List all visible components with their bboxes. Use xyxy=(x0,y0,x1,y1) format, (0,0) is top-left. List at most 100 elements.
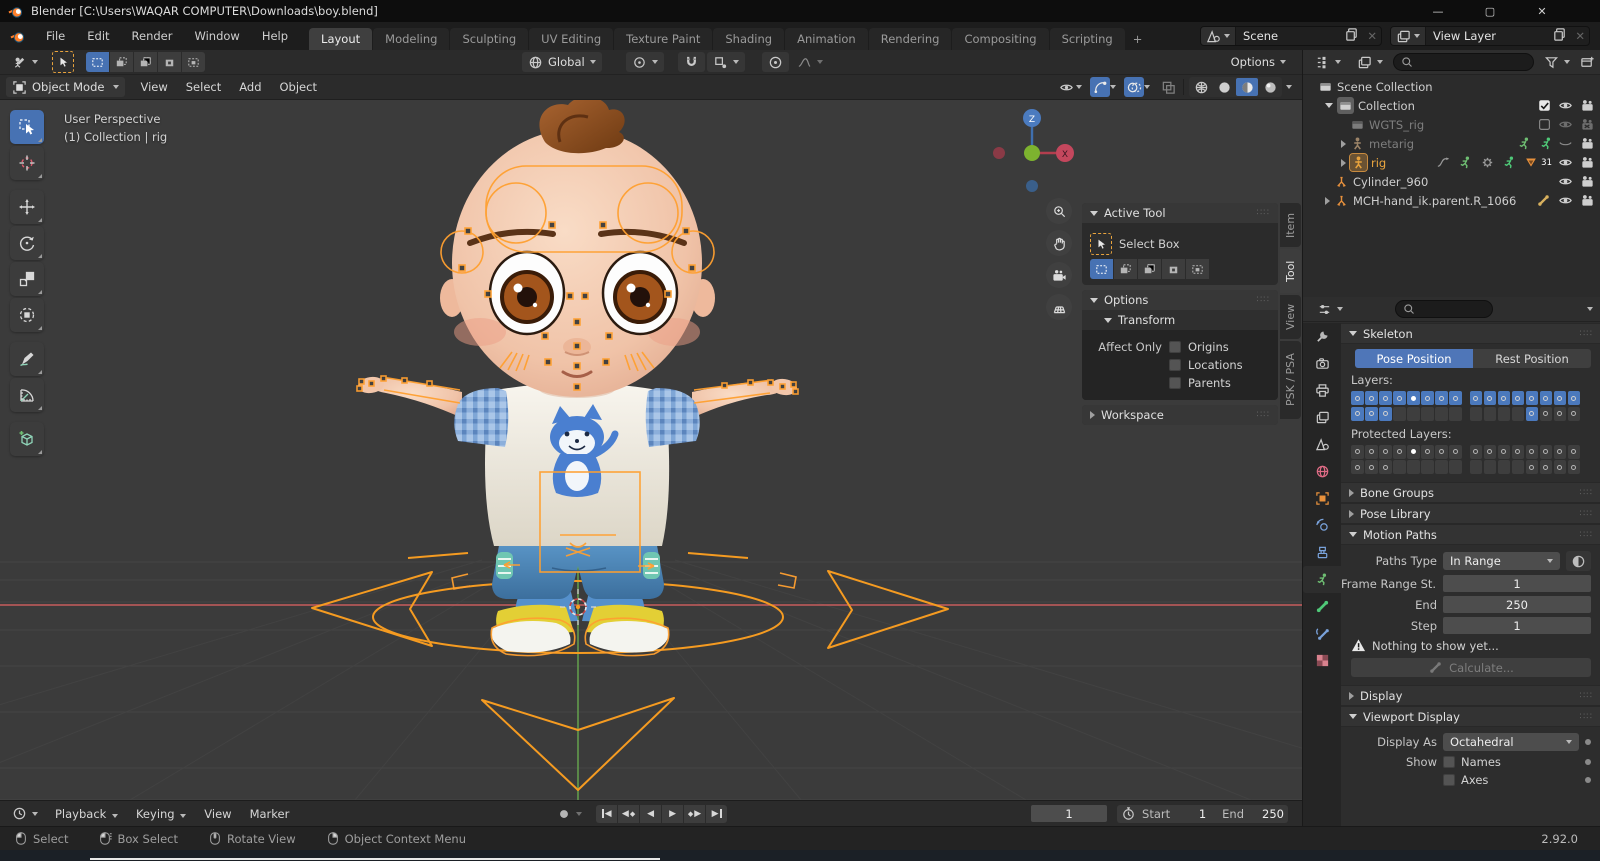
new-collection-button[interactable] xyxy=(1580,55,1595,70)
tab-sculpting[interactable]: Sculpting xyxy=(450,28,529,50)
timeline-editor-type-button[interactable] xyxy=(6,804,44,824)
properties-tab-constraints[interactable] xyxy=(1303,539,1341,566)
checkbox-on-icon[interactable] xyxy=(1538,99,1551,112)
tab-rendering[interactable]: Rendering xyxy=(868,28,952,50)
frame-range-end-field[interactable]: 250 xyxy=(1443,596,1591,613)
layer-toggle[interactable] xyxy=(1483,391,1496,405)
npanel-select-mode-set[interactable] xyxy=(1090,259,1113,279)
header-select-mode-set[interactable] xyxy=(86,52,109,72)
shading-solid-button[interactable] xyxy=(1213,78,1235,96)
axes-animate-dot[interactable] xyxy=(1585,777,1591,783)
header-select-mode-invert[interactable] xyxy=(158,52,181,72)
auto-keying-button[interactable] xyxy=(551,804,588,824)
mode-dropdown[interactable]: Object Mode xyxy=(6,77,126,97)
tab-compositing[interactable]: Compositing xyxy=(952,28,1049,50)
layer-toggle[interactable] xyxy=(1379,406,1392,421)
menu-help[interactable]: Help xyxy=(251,22,299,50)
layer-toggle[interactable] xyxy=(1421,391,1434,405)
layer-toggle[interactable] xyxy=(1469,391,1482,405)
timeline-menu-keying[interactable]: Keying xyxy=(127,807,195,821)
npanel-select-mode-intersect[interactable] xyxy=(1186,259,1209,279)
parents-checkbox[interactable] xyxy=(1169,377,1181,389)
layer-toggle[interactable] xyxy=(1351,391,1364,405)
names-checkbox[interactable] xyxy=(1443,756,1455,768)
layer-toggle[interactable] xyxy=(1525,406,1538,421)
outliner-row-wgts-rig[interactable]: WGTS_rig xyxy=(1303,115,1600,134)
snap-toggle[interactable] xyxy=(678,52,705,72)
layer-toggle[interactable] xyxy=(1449,460,1462,474)
outliner-search-input[interactable] xyxy=(1393,53,1534,71)
panel-active-tool-header[interactable]: Active Tool ∷∷ xyxy=(1082,203,1278,223)
paths-animate-button[interactable] xyxy=(1566,551,1591,571)
shading-wireframe-button[interactable] xyxy=(1190,78,1212,96)
shading-chevron[interactable] xyxy=(1286,85,1292,89)
motion-paths-panel-header[interactable]: Motion Paths ∷∷ xyxy=(1341,524,1600,545)
layer-toggle[interactable] xyxy=(1351,460,1364,474)
layer-toggle[interactable] xyxy=(1407,460,1420,474)
step-field[interactable]: 1 xyxy=(1443,617,1591,634)
skeleton-panel-header[interactable]: Skeleton ∷∷ xyxy=(1341,323,1600,344)
proportional-toggle[interactable] xyxy=(762,52,789,72)
panel-transform-header[interactable]: Transform xyxy=(1082,310,1278,330)
tool-annotate[interactable] xyxy=(10,342,44,376)
layer-toggle[interactable] xyxy=(1435,406,1448,421)
header-select-mode-subtract[interactable] xyxy=(134,52,157,72)
layer-toggle[interactable] xyxy=(1393,444,1406,459)
view-layer-selector[interactable]: View Layer ✕ xyxy=(1390,26,1590,46)
layer-toggle[interactable] xyxy=(1407,444,1420,459)
camera-icon[interactable] xyxy=(1580,98,1595,113)
view-layer-name[interactable]: View Layer xyxy=(1426,29,1548,43)
layer-toggle[interactable] xyxy=(1497,406,1510,421)
properties-tab-scene[interactable] xyxy=(1303,431,1341,458)
view-layer-copy-icon[interactable] xyxy=(1548,27,1571,45)
npanel-tab-view[interactable]: View xyxy=(1280,295,1301,339)
layer-toggle[interactable] xyxy=(1365,391,1378,405)
start-frame-field[interactable]: 1 xyxy=(1176,807,1206,821)
view-layer-remove-icon[interactable]: ✕ xyxy=(1571,29,1589,43)
layer-toggle[interactable] xyxy=(1553,406,1566,421)
axes-checkbox[interactable] xyxy=(1443,774,1455,786)
eye-icon[interactable] xyxy=(1558,174,1573,189)
layer-toggle[interactable] xyxy=(1511,460,1524,474)
menu-edit[interactable]: Edit xyxy=(76,22,120,50)
properties-tab-physics[interactable] xyxy=(1303,512,1341,539)
select-box-tool-icon[interactable] xyxy=(1090,233,1112,255)
display-panel-header[interactable]: Display ∷∷ xyxy=(1341,685,1600,706)
layer-toggle[interactable] xyxy=(1469,460,1482,474)
layer-toggle[interactable] xyxy=(1539,460,1552,474)
layer-toggle[interactable] xyxy=(1379,444,1392,459)
viewport-menu-add[interactable]: Add xyxy=(230,80,270,94)
layer-toggle[interactable] xyxy=(1379,460,1392,474)
outliner-row-mch-hand-ik-parent-r-1066[interactable]: MCH-hand_ik.parent.R_1066 xyxy=(1303,191,1600,210)
tab-shading[interactable]: Shading xyxy=(713,28,785,50)
outliner-item-label[interactable]: rig xyxy=(1371,156,1432,170)
active-tool-indicator[interactable] xyxy=(52,51,74,73)
tool-scale[interactable] xyxy=(10,262,44,296)
play-reverse-button[interactable]: ◀ xyxy=(640,804,662,823)
maximize-button[interactable]: ▢ xyxy=(1468,0,1512,22)
properties-tab-object[interactable] xyxy=(1303,485,1341,512)
menu-window[interactable]: Window xyxy=(183,22,250,50)
layer-toggle[interactable] xyxy=(1553,444,1566,459)
layer-toggle[interactable] xyxy=(1567,391,1580,405)
layer-toggle[interactable] xyxy=(1567,444,1580,459)
layer-toggle[interactable] xyxy=(1379,391,1392,405)
layer-toggle[interactable] xyxy=(1421,460,1434,474)
tab-scripting[interactable]: Scripting xyxy=(1049,28,1125,50)
pose-position-button[interactable]: Pose Position xyxy=(1355,349,1473,368)
layer-toggle[interactable] xyxy=(1567,460,1580,474)
header-select-mode-intersect[interactable] xyxy=(182,52,205,72)
display-as-dropdown[interactable]: Octahedral xyxy=(1443,733,1579,751)
outliner-editor-type-button[interactable] xyxy=(1309,52,1347,72)
outliner-filter-button[interactable] xyxy=(1538,52,1576,72)
timeline-menu-view[interactable]: View xyxy=(195,807,240,821)
header-select-mode-extend[interactable] xyxy=(110,52,133,72)
frame-range-start-field[interactable]: 1 xyxy=(1443,575,1591,592)
expand-icon[interactable] xyxy=(1341,158,1346,167)
use-preview-range-button[interactable] xyxy=(1121,806,1136,821)
layer-toggle[interactable] xyxy=(1539,406,1552,421)
scene-copy-icon[interactable] xyxy=(1340,27,1363,45)
layer-toggle[interactable] xyxy=(1511,444,1524,459)
layer-toggle[interactable] xyxy=(1365,406,1378,421)
navigation-gizmo[interactable]: Z X xyxy=(988,105,1078,197)
